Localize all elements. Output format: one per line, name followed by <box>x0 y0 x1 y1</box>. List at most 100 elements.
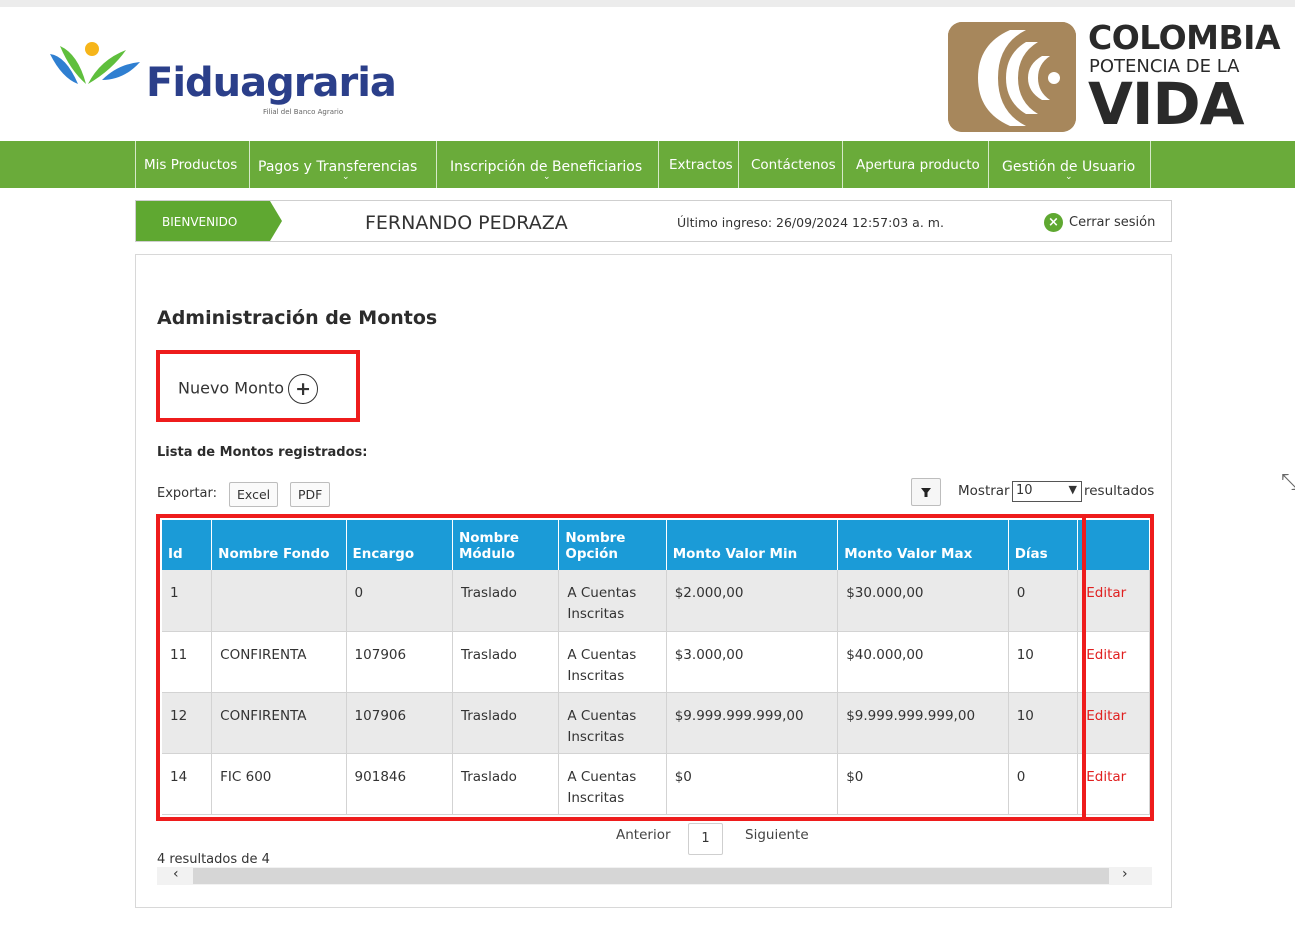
pagination-next[interactable]: Siguiente <box>745 827 809 843</box>
scroll-left-icon[interactable]: ‹ <box>173 866 179 882</box>
table-highlight: Id Nombre Fondo Encargo Nombre Módulo No… <box>156 514 1154 821</box>
chevron-down-icon: ⌄ <box>543 172 551 182</box>
nav-mis-productos[interactable]: Mis Productos <box>135 141 249 188</box>
col-header-actions <box>1077 520 1150 570</box>
horizontal-scrollbar[interactable]: ‹ › <box>157 866 1152 885</box>
cell-modulo: Traslado <box>452 570 560 632</box>
col-header-min[interactable]: Monto Valor Min <box>666 520 839 570</box>
cell-min: $0 <box>666 753 839 815</box>
filter-button[interactable] <box>911 478 941 506</box>
cell-opcion: A Cuentas Inscritas <box>558 631 667 693</box>
welcome-tag-label: BIENVENIDO <box>162 215 238 229</box>
nav-label: Pagos y Transferencias <box>258 159 418 175</box>
cell-modulo: Traslado <box>452 753 560 815</box>
filter-icon <box>921 488 931 497</box>
logout-label: Cerrar sesión <box>1069 215 1156 230</box>
logout-button[interactable]: × Cerrar sesión <box>1044 213 1155 232</box>
cell-dias: 10 <box>1008 692 1079 754</box>
col-header-fondo[interactable]: Nombre Fondo <box>211 520 347 570</box>
edit-link[interactable]: Editar <box>1077 631 1150 693</box>
table-header-row: Id Nombre Fondo Encargo Nombre Módulo No… <box>162 520 1150 570</box>
cell-encargo: 901846 <box>346 753 453 815</box>
plus-icon: + <box>288 374 319 404</box>
colombia-title: COLOMBIA <box>1088 18 1281 57</box>
nav-inscripcion-beneficiarios[interactable]: Inscripción de Beneficiarios ⌄ <box>436 141 658 188</box>
edit-link[interactable]: Editar <box>1077 570 1150 632</box>
nav-contactenos[interactable]: Contáctenos <box>738 141 842 188</box>
chevron-down-icon: ⌄ <box>1065 172 1073 182</box>
cell-fondo <box>211 570 347 632</box>
cell-id: 12 <box>162 692 213 754</box>
nav-gestion-usuario[interactable]: Gestión de Usuario ⌄ <box>988 141 1151 188</box>
col-header-max[interactable]: Monto Valor Max <box>837 520 1009 570</box>
nav-apertura-producto[interactable]: Apertura producto <box>842 141 988 188</box>
cell-fondo: FIC 600 <box>211 753 347 815</box>
user-name: FERNANDO PEDRAZA <box>365 212 568 234</box>
cell-encargo: 107906 <box>346 692 453 754</box>
cell-encargo: 107906 <box>346 631 453 693</box>
close-icon: × <box>1044 213 1063 232</box>
welcome-bar: BIENVENIDO FERNANDO PEDRAZA Último ingre… <box>135 200 1172 242</box>
cell-id: 1 <box>162 570 213 632</box>
cell-opcion: A Cuentas Inscritas <box>558 753 667 815</box>
cell-id: 11 <box>162 631 213 693</box>
nav-pagos-transferencias[interactable]: Pagos y Transferencias ⌄ <box>249 141 436 188</box>
cell-encargo: 0 <box>346 570 453 632</box>
results-count: 4 resultados de 4 <box>157 852 270 867</box>
show-label: Mostrar <box>958 483 1010 499</box>
col-header-id[interactable]: Id <box>162 520 213 570</box>
fiduagraria-emblem-icon <box>50 42 140 84</box>
nav-extractos[interactable]: Extractos <box>658 141 738 188</box>
new-amount-button[interactable]: Nuevo Monto + <box>178 374 319 404</box>
cell-dias: 0 <box>1008 570 1079 632</box>
colombia-vida: VIDA <box>1088 70 1244 138</box>
export-excel-button[interactable]: Excel <box>229 482 279 507</box>
page-size-value: 10 <box>1016 483 1033 498</box>
main-navbar: Mis Productos Pagos y Transferencias ⌄ I… <box>0 141 1295 188</box>
scrollbar-thumb[interactable] <box>193 868 1109 884</box>
page-size-select[interactable]: 10 ▼ <box>1012 481 1082 502</box>
edit-link[interactable]: Editar <box>1077 692 1150 754</box>
cell-fondo: CONFIRENTA <box>211 631 347 693</box>
new-amount-highlight: Nuevo Monto + <box>156 350 360 422</box>
content-panel: Administración de Montos Nuevo Monto + Li… <box>135 254 1172 908</box>
brand-subtitle: Filial del Banco Agrario <box>263 108 344 116</box>
table-row: 14 FIC 600 901846 Traslado A Cuentas Ins… <box>162 753 1150 815</box>
cell-modulo: Traslado <box>452 631 560 693</box>
table-row: 12 CONFIRENTA 107906 Traslado A Cuentas … <box>162 692 1150 754</box>
nav-label: Extractos <box>669 157 733 173</box>
pagination-page[interactable]: 1 <box>688 823 723 855</box>
page-title: Administración de Montos <box>157 307 438 329</box>
cursor-icon: ⤡ <box>1281 470 1295 495</box>
cell-id: 14 <box>162 753 213 815</box>
cell-modulo: Traslado <box>452 692 560 754</box>
cell-max: $9.999.999.999,00 <box>837 692 1009 754</box>
cell-min: $9.999.999.999,00 <box>666 692 839 754</box>
browser-top-strip <box>0 0 1295 7</box>
export-label: Exportar: <box>157 486 218 501</box>
cell-opcion: A Cuentas Inscritas <box>558 692 667 754</box>
colombia-logo: COLOMBIA POTENCIA DE LA VIDA <box>948 18 1281 138</box>
colombia-emblem-icon <box>948 22 1076 132</box>
col-header-encargo[interactable]: Encargo <box>346 520 453 570</box>
chevron-down-icon: ▼ <box>1068 483 1077 496</box>
welcome-tag: BIENVENIDO <box>136 201 282 241</box>
scroll-right-icon[interactable]: › <box>1122 866 1128 882</box>
edit-link[interactable]: Editar <box>1077 753 1150 815</box>
cell-min: $2.000,00 <box>666 570 839 632</box>
table-row: 11 CONFIRENTA 107906 Traslado A Cuentas … <box>162 631 1150 693</box>
amounts-table: Id Nombre Fondo Encargo Nombre Módulo No… <box>162 520 1150 815</box>
last-login: Último ingreso: 26/09/2024 12:57:03 a. m… <box>677 215 944 230</box>
col-header-opcion[interactable]: Nombre Opción <box>558 520 667 570</box>
col-header-modulo[interactable]: Nombre Módulo <box>452 520 560 570</box>
cell-max: $30.000,00 <box>837 570 1009 632</box>
nav-label: Contáctenos <box>751 157 836 173</box>
results-label: resultados <box>1084 483 1155 499</box>
export-pdf-button[interactable]: PDF <box>290 482 331 507</box>
pagination-prev[interactable]: Anterior <box>616 827 671 843</box>
cell-min: $3.000,00 <box>666 631 839 693</box>
fiduagraria-logo[interactable]: Fiduagraria Filial del Banco Agrario <box>48 40 397 120</box>
cell-max: $0 <box>837 753 1009 815</box>
col-header-dias[interactable]: Días <box>1008 520 1079 570</box>
list-title: Lista de Montos registrados: <box>157 445 368 460</box>
